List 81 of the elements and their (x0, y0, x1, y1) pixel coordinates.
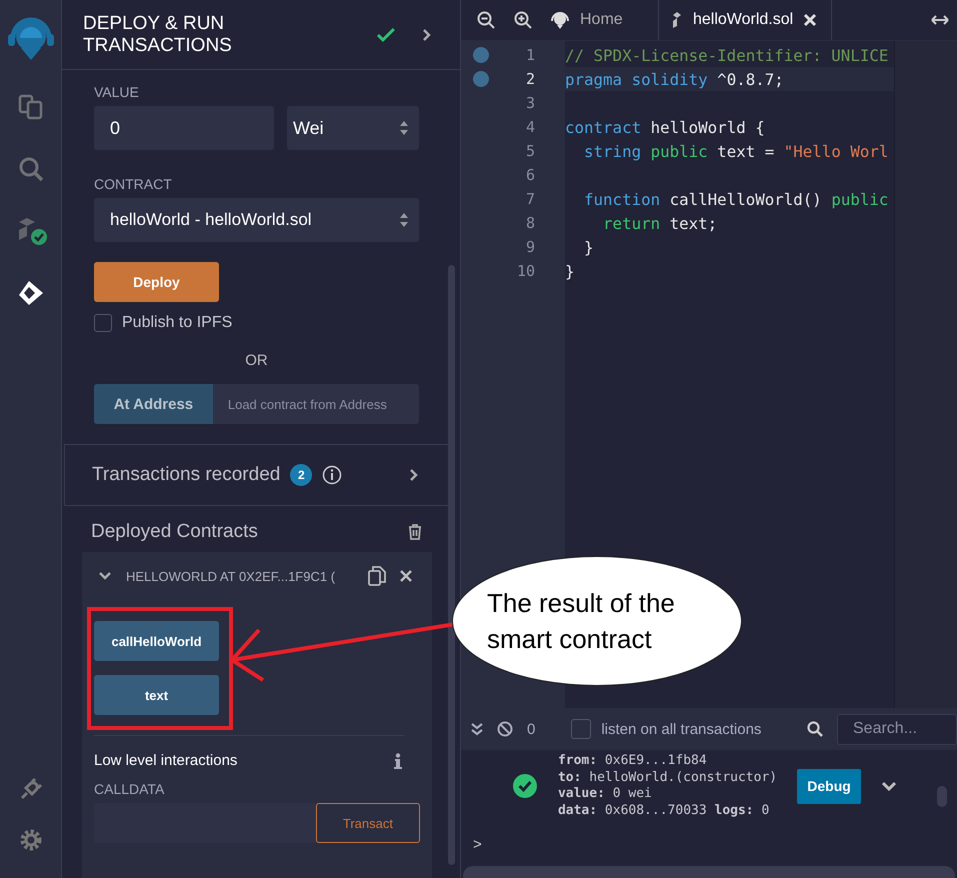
file-icon (671, 11, 683, 29)
code-line: string public text = "Hello Worl (583, 142, 888, 160)
callout-text: The result of the smart contract (487, 587, 676, 656)
function-button[interactable]: callHelloWorld (94, 621, 219, 661)
transactions-label: Transactions recorded (92, 464, 280, 486)
checkbox-label: listen on all transactions (601, 720, 762, 738)
checkbox-label: Publish to IPFS (122, 314, 232, 332)
code-line: // SPDX-License-Identifier: UNLICE (565, 46, 888, 64)
line-number: 2 (524, 70, 535, 88)
scrollbar[interactable] (448, 265, 455, 865)
editor-tab[interactable]: Home (550, 0, 659, 40)
line-number: 3 (524, 94, 535, 112)
contract-title: HELLOWORLD AT 0X2EF...1F9C1 ( (126, 568, 336, 584)
chevron-right-icon[interactable] (409, 468, 419, 482)
pending-count: 0 (527, 720, 536, 738)
search-icon[interactable] (807, 721, 823, 737)
line-number: 6 (524, 166, 535, 184)
chevron-down-icon[interactable] (881, 781, 897, 791)
at-address-button[interactable]: At Address (94, 384, 213, 424)
clear-icon[interactable] (497, 721, 513, 737)
expand-icon[interactable] (931, 15, 949, 25)
checkbox[interactable] (94, 314, 112, 332)
panel-title: DEPLOY & RUN TRANSACTIONS (83, 12, 233, 56)
line-number: 9 (524, 238, 535, 256)
line-number: 4 (524, 118, 535, 136)
scrollbar[interactable] (937, 786, 947, 806)
sort-icon (399, 212, 409, 228)
search-field[interactable]: Search... (837, 714, 957, 744)
code-line: } (565, 262, 575, 280)
log-line: to: helloWorld.(constructor) (558, 770, 778, 786)
contract-select[interactable]: helloWorld - helloWorld.sol (94, 198, 419, 242)
deploy-icon[interactable] (16, 279, 44, 307)
zoom-out-icon[interactable] (477, 11, 495, 29)
field-label: CALLDATA (94, 781, 166, 797)
line-number: 5 (524, 142, 535, 160)
copy-icon[interactable] (368, 566, 386, 586)
code-line: return text; (602, 214, 718, 232)
info-icon[interactable] (394, 752, 402, 768)
checkbox[interactable] (571, 719, 592, 739)
check-icon (376, 26, 396, 42)
line-number: 1 (524, 46, 535, 64)
log-line: from: 0x6E9...1fb84 (558, 753, 708, 770)
debug-button[interactable]: Debug (797, 768, 862, 804)
prompt-symbol: > (473, 836, 482, 852)
field-label: VALUE (94, 84, 140, 100)
log-line: data: 0x608...70033 logs: 0 (558, 802, 770, 819)
code-line: } (583, 238, 594, 256)
calldata-field[interactable] (94, 803, 316, 843)
function-button[interactable]: text (94, 675, 219, 715)
editor-tab[interactable]: helloWorld.sol (659, 0, 832, 40)
sort-icon (399, 120, 409, 136)
files-icon[interactable] (18, 94, 44, 120)
section-title: Deployed Contracts (91, 521, 258, 543)
line-number: 10 (516, 262, 535, 280)
chevron-down-icon[interactable] (98, 571, 112, 581)
field-label: CONTRACT (94, 176, 173, 192)
scrollbar[interactable] (463, 866, 955, 878)
breakpoint-marker[interactable] (473, 47, 489, 63)
line-number: 7 (524, 190, 535, 208)
settings-icon[interactable] (18, 828, 42, 852)
trash-icon[interactable] (408, 524, 422, 540)
close-icon[interactable] (803, 13, 818, 27)
unit-select[interactable]: Wei (287, 106, 419, 150)
count-badge: 2 (290, 464, 312, 486)
or-label: OR (245, 352, 268, 369)
collapse-icon[interactable] (471, 722, 483, 736)
close-icon[interactable] (400, 570, 412, 582)
log-line: value: 0 wei (558, 786, 653, 802)
info-icon[interactable] (322, 465, 342, 485)
code-line: pragma solidity ^0.8.7; (565, 70, 784, 88)
headset-icon (550, 10, 570, 30)
value-field[interactable]: 0 (94, 106, 274, 150)
transact-button[interactable]: Transact (316, 803, 420, 843)
line-number: 8 (524, 214, 535, 232)
code-line: function callHelloWorld() public (583, 190, 888, 208)
section-title: Low level interactions (94, 752, 238, 769)
zoom-in-icon[interactable] (514, 11, 532, 29)
chevron-right-icon[interactable] (422, 28, 432, 42)
code-line: contract helloWorld { (565, 118, 765, 136)
breakpoint-marker[interactable] (473, 71, 489, 87)
address-field[interactable]: Load contract from Address (212, 384, 419, 424)
